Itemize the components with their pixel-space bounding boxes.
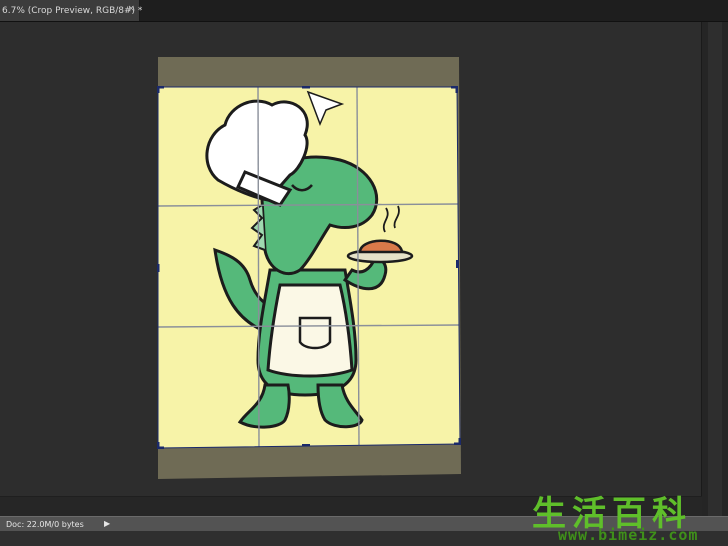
grid-vertical-1 <box>257 86 260 448</box>
doc-size-info: Doc: 22.0M/0 bytes <box>6 519 84 529</box>
watermark-url-text: www.bimeiz.com <box>558 526 699 544</box>
crop-handle-left[interactable] <box>157 264 160 272</box>
status-menu-arrow-icon[interactable]: ▶ <box>104 519 110 528</box>
photoshop-window: 6.7% (Crop Preview, RGB/8#) * × Doc: 22.… <box>0 0 728 546</box>
apron-pocket <box>298 316 332 350</box>
crop-handle-bottom[interactable] <box>302 444 310 447</box>
watermark-logo: 生活百科 www.bimeiz.com <box>526 486 728 546</box>
crop-handle-top[interactable] <box>302 86 310 89</box>
crop-canvas[interactable] <box>0 0 728 546</box>
crop-handle-right[interactable] <box>456 260 459 268</box>
